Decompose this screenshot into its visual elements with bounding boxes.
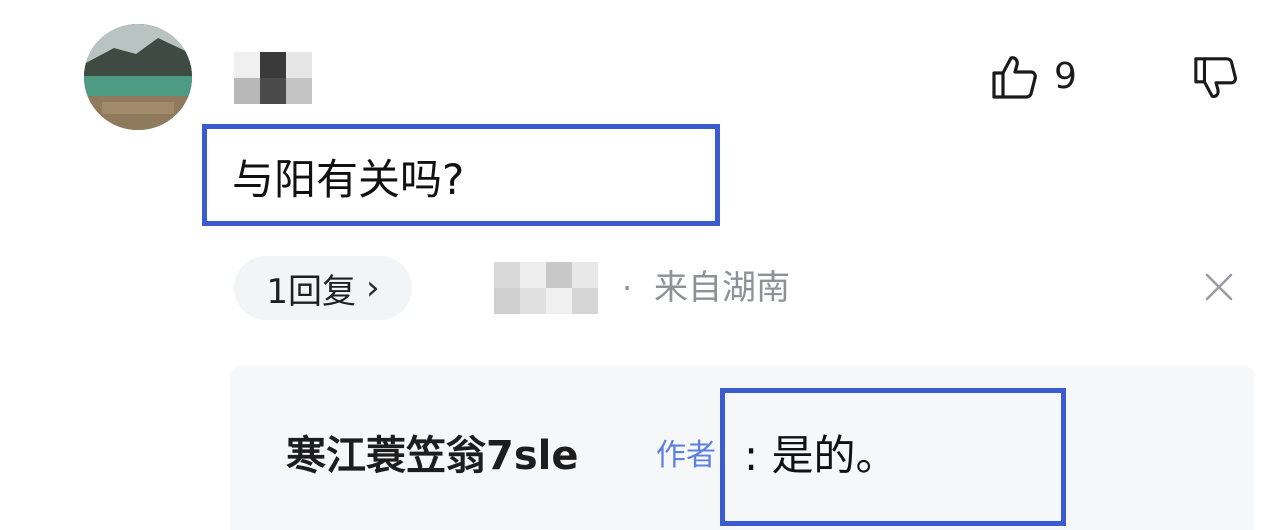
author-tag-badge: 作者 [656,438,716,473]
close-icon[interactable] [1204,272,1234,302]
meta-mosaic [494,262,598,314]
dislike-button[interactable] [1192,54,1240,102]
comment-screen: 9 与阳有关吗? 1回复 › · 来自湖南 寒江蓑笠翁7sle 作者 : 是的。 [0,0,1282,530]
reply-count-label: 1回复 [266,271,357,312]
avatar-image [84,24,192,130]
meta-separator: · [622,269,633,307]
comment-text: 与阳有关吗? [232,155,465,204]
chevron-right-icon: › [366,268,380,308]
thumbs-down-icon [1194,57,1237,98]
reply-author-name[interactable]: 寒江蓑笠翁7sle [286,428,578,484]
like-button[interactable]: 9 [990,52,1077,102]
view-replies-button[interactable]: 1回复 › [234,256,412,320]
like-count: 9 [1054,56,1077,97]
username-mosaic [234,52,312,104]
reply-text: : 是的。 [744,431,898,480]
thumbs-up-icon [992,56,1037,99]
location-label: 来自湖南 [654,268,790,308]
avatar[interactable] [84,24,192,130]
